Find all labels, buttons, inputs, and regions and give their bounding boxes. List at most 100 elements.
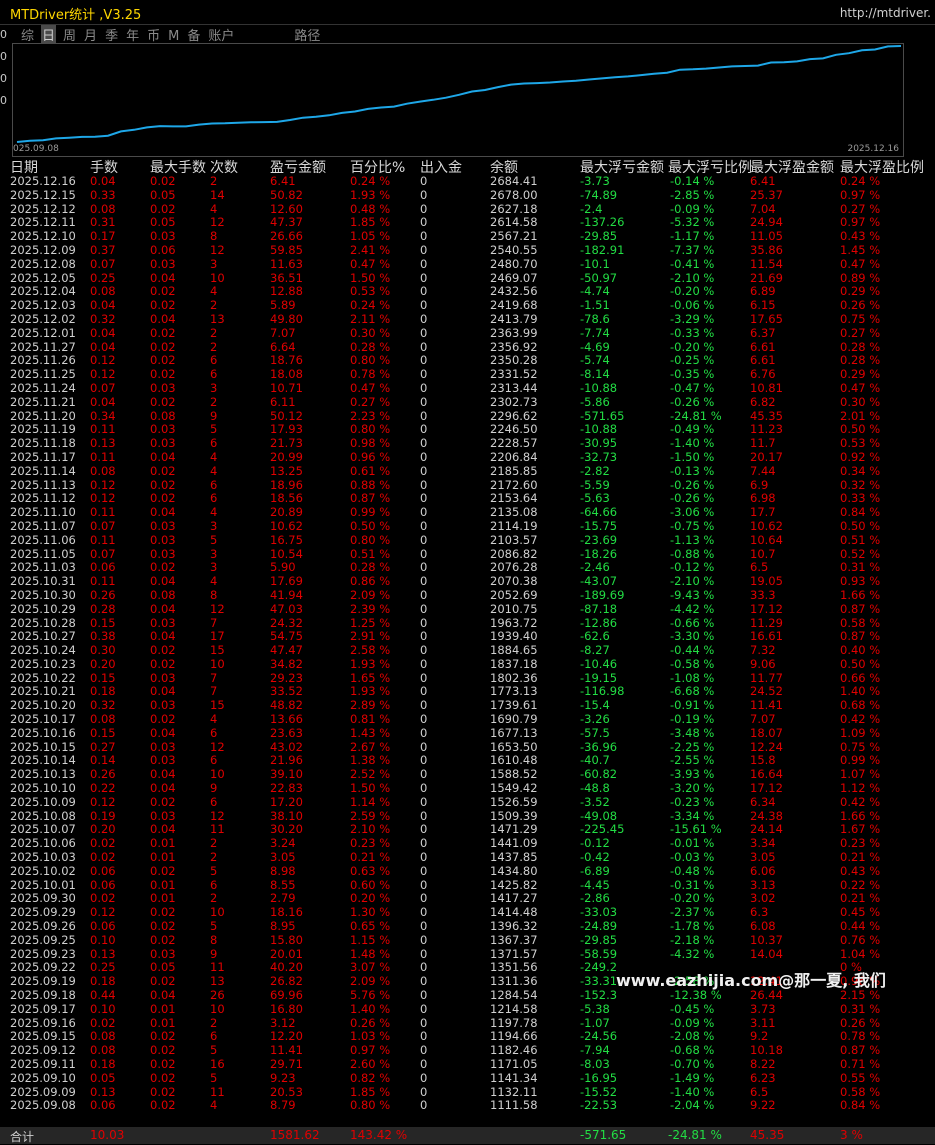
- table-cell: 0.02: [150, 863, 176, 878]
- table-cell: 2419.68: [490, 298, 538, 313]
- table-cell: 2025.11.13: [10, 477, 76, 492]
- table-cell: 0.37: [90, 242, 116, 257]
- table-cell: 2025.10.10: [10, 781, 76, 796]
- table-cell: -33.31: [580, 974, 618, 989]
- table-cell: 3.05: [270, 850, 296, 865]
- tab-10[interactable]: 路径: [293, 25, 321, 44]
- tab-5[interactable]: 年: [125, 25, 140, 44]
- table-cell: 0.86 %: [350, 574, 391, 589]
- table-cell: 2.67 %: [350, 739, 391, 754]
- table-row: 2025.10.15 0.27 0.03 12 43.02 2.67 % 0 1653.50 -…: [0, 739, 935, 755]
- url-link[interactable]: http://mtdriver.: [840, 6, 931, 20]
- table-cell: 11.23: [750, 422, 783, 437]
- table-cell: 1.85 %: [350, 215, 391, 230]
- table-row: 2025.11.18 0.13 0.03 6 21.73 0.98 % 0 2228.57 -3…: [0, 436, 935, 451]
- table-cell: 0.07: [90, 256, 116, 271]
- table-cell: 9.06: [750, 656, 776, 671]
- table-cell: 0.47 %: [350, 256, 391, 271]
- table-cell: 5: [210, 1043, 218, 1058]
- table-cell: 0.30: [90, 643, 116, 658]
- tab-7[interactable]: M: [167, 29, 180, 44]
- tab-1[interactable]: 日: [41, 25, 57, 44]
- table-cell: 5: [210, 919, 218, 934]
- table-cell: -182.91: [580, 242, 625, 257]
- table-cell: 2025.11.19: [10, 422, 76, 437]
- table-cell: 17: [210, 629, 225, 644]
- table-cell: -249.2: [580, 960, 618, 975]
- total-cell: 45.35: [750, 1128, 785, 1142]
- table-cell: 2025.12.08: [10, 256, 76, 271]
- table-row: 2025.12.08 0.07 0.03 3 11.63 0.47 % 0 2480.70 -1…: [0, 256, 935, 272]
- table-cell: 0.02: [150, 367, 176, 382]
- table-cell: 0.04: [150, 601, 176, 616]
- table-cell: 0.04: [150, 781, 176, 796]
- tab-4[interactable]: 季: [104, 25, 119, 44]
- table-cell: -3.29 %: [670, 311, 715, 326]
- table-cell: 1837.18: [490, 656, 538, 671]
- table-cell: 10.62: [750, 518, 783, 533]
- table-cell: 2025.12.09: [10, 242, 76, 257]
- table-cell: 0: [420, 477, 428, 492]
- total-cell: 10.03: [90, 1128, 125, 1142]
- table-cell: 0.03: [150, 546, 176, 561]
- table-cell: 13.25: [270, 463, 303, 478]
- table-cell: 2010.75: [490, 601, 538, 616]
- table-cell: 0.10: [90, 1001, 116, 1016]
- tab-2[interactable]: 周: [62, 25, 77, 44]
- tab-3[interactable]: 月: [83, 25, 98, 44]
- table-cell: 59.85: [270, 242, 303, 257]
- table-cell: 5: [210, 1070, 218, 1085]
- table-cell: 10.7: [750, 546, 776, 561]
- table-cell: -12.38 %: [670, 988, 722, 1003]
- table-cell: -1.51: [580, 298, 610, 313]
- tab-8[interactable]: 备: [186, 25, 201, 44]
- table-cell: 6: [210, 436, 218, 451]
- table-cell: -5.38: [580, 1001, 610, 1016]
- table-cell: 1610.48: [490, 753, 538, 768]
- table-cell: 41.94: [270, 587, 303, 602]
- table-cell: 2025.11.21: [10, 394, 76, 409]
- table-cell: 0.08: [150, 587, 176, 602]
- table-cell: 6.37: [750, 325, 776, 340]
- table-cell: 2: [210, 339, 218, 354]
- table-cell: -36.96: [580, 739, 618, 754]
- table-row: 2025.09.10 0.05 0.02 5 9.23 0.82 % 0 1141.34 -16…: [0, 1070, 935, 1086]
- table-cell: 7.32: [750, 643, 776, 658]
- table-cell: -0.09 %: [670, 201, 715, 216]
- table-cell: -19.15: [580, 670, 618, 685]
- table-cell: 0.47 %: [350, 380, 391, 395]
- table-cell: 2.59 %: [350, 808, 391, 823]
- table-cell: 18.76: [270, 353, 303, 368]
- table-row: 2025.10.06 0.02 0.01 2 3.24 0.23 % 0 1441.09 -0.…: [0, 836, 935, 851]
- table-row: 2025.10.20 0.32 0.03 15 48.82 2.89 % 0 1739.61 -…: [0, 698, 935, 713]
- table-cell: 0.27 %: [840, 201, 881, 216]
- table-cell: -0.68 %: [670, 1043, 715, 1058]
- table-cell: 0.15: [90, 615, 116, 630]
- table-cell: 1.50 %: [350, 781, 391, 796]
- table-cell: 1.38 %: [350, 753, 391, 768]
- table-cell: -3.93 %: [670, 767, 715, 782]
- tab-9[interactable]: 账户: [207, 25, 235, 44]
- table-cell: -6.68 %: [670, 684, 715, 699]
- table-cell: 0.21 %: [840, 891, 881, 906]
- table-cell: 0.07: [90, 380, 116, 395]
- table-cell: 0.26 %: [840, 298, 881, 313]
- table-cell: 11.41: [750, 698, 783, 713]
- tab-6[interactable]: 币: [146, 25, 161, 44]
- tab-0[interactable]: 综: [20, 25, 35, 44]
- table-cell: 2025.11.18: [10, 436, 76, 451]
- table-cell: 1.66 %: [840, 587, 881, 602]
- table-cell: 1.12 %: [840, 781, 881, 796]
- table-cell: -0.33 %: [670, 325, 715, 340]
- table-cell: 0.99 %: [350, 505, 391, 520]
- table-cell: 0.87 %: [840, 601, 881, 616]
- table-cell: 0.22: [90, 781, 116, 796]
- table-cell: 2025.12.02: [10, 311, 76, 326]
- table-cell: 0: [420, 1015, 428, 1030]
- table-cell: 0.02: [150, 491, 176, 506]
- table-cell: 0.32 %: [840, 477, 881, 492]
- table-cell: -4.42 %: [670, 601, 715, 616]
- table-cell: 17.12: [750, 781, 783, 796]
- table-cell: 13: [210, 311, 225, 326]
- table-row: 2025.11.25 0.12 0.02 6 18.08 0.78 % 0 2331.52 -8…: [0, 367, 935, 382]
